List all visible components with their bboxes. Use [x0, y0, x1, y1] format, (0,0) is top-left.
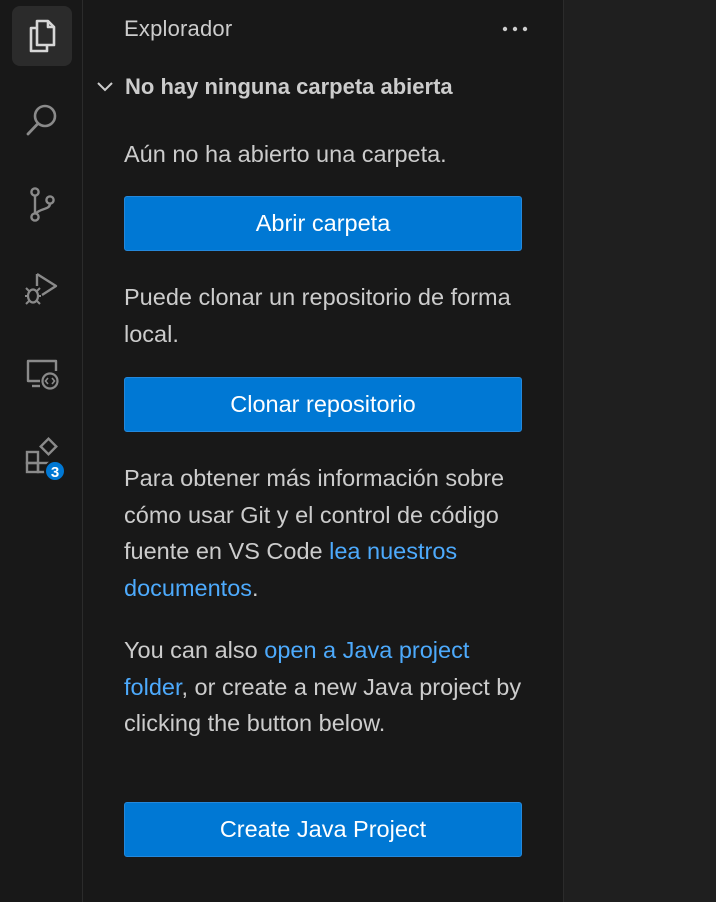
activity-search[interactable] [12, 90, 72, 150]
source-control-icon [22, 184, 62, 224]
sidebar-title: Explorador [124, 16, 233, 41]
ellipsis-icon [500, 20, 530, 38]
activity-bar: 3 [0, 0, 83, 902]
activity-run-debug[interactable] [12, 258, 72, 318]
section-header-no-folder[interactable]: No hay ninguna carpeta abierta [91, 70, 551, 104]
create-java-project-button[interactable]: Create Java Project [124, 802, 522, 857]
clone-text: Puede clonar un repositorio de forma loc… [124, 284, 511, 347]
extensions-badge: 3 [44, 460, 66, 482]
editor-area [563, 0, 716, 902]
views-more-button[interactable] [497, 14, 533, 44]
search-icon [22, 100, 62, 140]
java-text-start: You can also [124, 637, 265, 663]
activity-extensions[interactable]: 3 [12, 426, 72, 486]
clone-repository-button[interactable]: Clonar repositorio [124, 377, 522, 432]
section-header-label: No hay ninguna carpeta abierta [125, 74, 453, 99]
remote-explorer-icon [22, 352, 62, 392]
git-info-text: Para obtener más información sobre cómo … [124, 460, 524, 606]
chevron-down-icon [91, 73, 119, 101]
open-folder-button[interactable]: Abrir carpeta [124, 196, 522, 251]
vscode-window: 3 Explorador No hay ninguna carpeta abie… [0, 0, 716, 902]
run-debug-icon [22, 268, 62, 308]
git-info-end: . [252, 574, 259, 601]
files-icon [22, 16, 62, 56]
sidebar-explorer: Explorador No hay ninguna carpeta abiert… [83, 0, 563, 902]
activity-explorer[interactable] [12, 6, 72, 66]
java-text: You can also open a Java project folder,… [124, 632, 524, 742]
no-folder-text: Aún no ha abierto una carpeta. [124, 141, 447, 167]
activity-source-control[interactable] [12, 174, 72, 234]
java-text-end: , or create a new Java project by clicki… [124, 673, 522, 737]
activity-remote-explorer[interactable] [12, 342, 72, 402]
